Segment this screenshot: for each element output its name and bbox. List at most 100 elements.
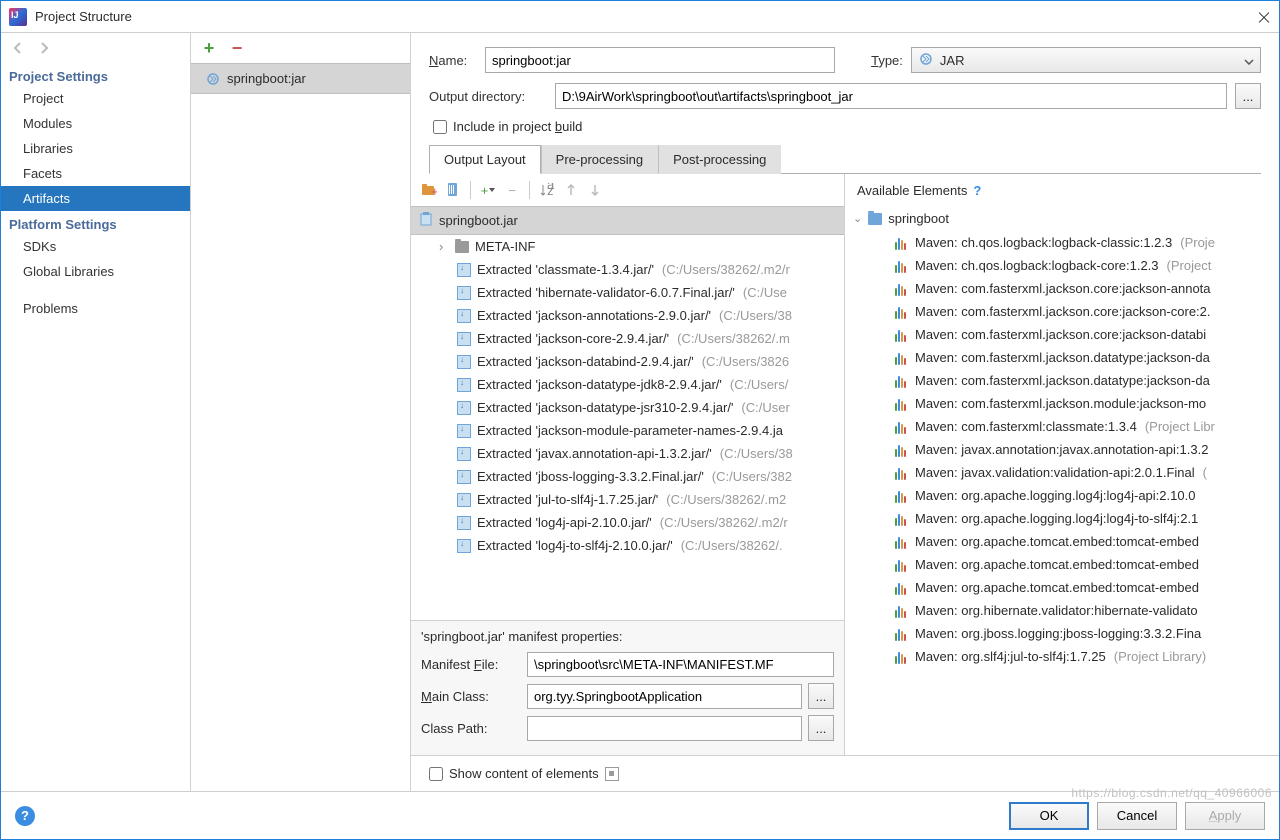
sidebar-item-sdks[interactable]: SDKs bbox=[1, 234, 190, 259]
tab-pre-processing[interactable]: Pre-processing bbox=[541, 145, 658, 174]
class-path-input[interactable] bbox=[527, 716, 802, 741]
available-item[interactable]: Maven: javax.annotation:javax.annotation… bbox=[845, 438, 1279, 461]
new-file-icon[interactable] bbox=[443, 180, 463, 200]
sidebar-nav bbox=[1, 33, 190, 63]
layout-area: + + − az springboot.jar › bbox=[411, 174, 1279, 755]
artifact-item[interactable]: springboot:jar bbox=[191, 63, 410, 94]
sidebar-item-artifacts[interactable]: Artifacts bbox=[1, 186, 190, 211]
browse-main-class-button[interactable]: ... bbox=[808, 683, 834, 709]
tab-output-layout[interactable]: Output Layout bbox=[429, 145, 541, 174]
available-item[interactable]: Maven: org.apache.tomcat.embed:tomcat-em… bbox=[845, 553, 1279, 576]
tree-item-extracted[interactable]: Extracted 'jackson-databind-2.9.4.jar/'(… bbox=[411, 350, 844, 373]
available-item[interactable]: Maven: com.fasterxml.jackson.core:jackso… bbox=[845, 300, 1279, 323]
ok-button[interactable]: OK bbox=[1009, 802, 1089, 830]
available-item[interactable]: Maven: ch.qos.logback:logback-core:1.2.3… bbox=[845, 254, 1279, 277]
forward-icon[interactable] bbox=[35, 39, 53, 57]
class-path-label: Class Path: bbox=[421, 721, 521, 736]
tree-item-extracted[interactable]: Extracted 'classmate-1.3.4.jar/'(C:/User… bbox=[411, 258, 844, 281]
sidebar-item-facets[interactable]: Facets bbox=[1, 161, 190, 186]
new-folder-icon[interactable]: + bbox=[419, 180, 439, 200]
apply-button[interactable]: Apply bbox=[1185, 802, 1265, 830]
available-item[interactable]: Maven: ch.qos.logback:logback-classic:1.… bbox=[845, 231, 1279, 254]
available-item-label: Maven: org.jboss.logging:jboss-logging:3… bbox=[915, 626, 1201, 641]
sidebar-item-project[interactable]: Project bbox=[1, 86, 190, 111]
footer-help-icon[interactable]: ? bbox=[15, 806, 35, 826]
type-value: JAR bbox=[940, 53, 965, 68]
available-item[interactable]: Maven: com.fasterxml.jackson.datatype:ja… bbox=[845, 369, 1279, 392]
sidebar-item-global-libraries[interactable]: Global Libraries bbox=[1, 259, 190, 284]
sidebar-item-modules[interactable]: Modules bbox=[1, 111, 190, 136]
main-class-input[interactable] bbox=[527, 684, 802, 709]
type-select[interactable]: JAR bbox=[911, 47, 1261, 73]
tree-item-extracted[interactable]: Extracted 'jboss-logging-3.3.2.Final.jar… bbox=[411, 465, 844, 488]
browse-output-button[interactable]: ... bbox=[1235, 83, 1261, 109]
tree-item-extracted[interactable]: Extracted 'hibernate-validator-6.0.7.Fin… bbox=[411, 281, 844, 304]
extracted-name: Extracted 'jackson-datatype-jdk8-2.9.4.j… bbox=[477, 377, 722, 392]
available-item[interactable]: Maven: org.slf4j:jul-to-slf4j:1.7.25(Pro… bbox=[845, 645, 1279, 668]
library-icon bbox=[895, 650, 909, 664]
svg-text:+: + bbox=[431, 184, 437, 197]
down-icon[interactable] bbox=[585, 180, 605, 200]
available-item[interactable]: Maven: com.fasterxml.jackson.module:jack… bbox=[845, 392, 1279, 415]
manifest-file-input[interactable] bbox=[527, 652, 834, 677]
available-item[interactable]: Maven: org.apache.logging.log4j:log4j-ap… bbox=[845, 484, 1279, 507]
include-build-label: Include in project build bbox=[453, 119, 582, 134]
tree-item-folder[interactable]: › META-INF bbox=[411, 235, 844, 258]
available-item-label: Maven: com.fasterxml.jackson.core:jackso… bbox=[915, 281, 1211, 296]
tree-item-extracted[interactable]: Extracted 'jackson-datatype-jdk8-2.9.4.j… bbox=[411, 373, 844, 396]
browse-class-path-button[interactable]: ... bbox=[808, 715, 834, 741]
available-item[interactable]: Maven: org.jboss.logging:jboss-logging:3… bbox=[845, 622, 1279, 645]
available-item[interactable]: Maven: org.apache.tomcat.embed:tomcat-em… bbox=[845, 530, 1279, 553]
tab-post-processing[interactable]: Post-processing bbox=[658, 145, 781, 174]
chevron-down-icon bbox=[1244, 53, 1254, 68]
include-build-checkbox[interactable] bbox=[433, 120, 447, 134]
tree-item-extracted[interactable]: Extracted 'jackson-annotations-2.9.0.jar… bbox=[411, 304, 844, 327]
available-root[interactable]: ⌄ springboot bbox=[845, 206, 1279, 231]
library-icon bbox=[895, 259, 909, 273]
available-item[interactable]: Maven: com.fasterxml.jackson.core:jackso… bbox=[845, 323, 1279, 346]
tree-item-extracted[interactable]: Extracted 'jackson-module-parameter-name… bbox=[411, 419, 844, 442]
output-dir-input[interactable] bbox=[555, 83, 1227, 109]
help-icon[interactable]: ? bbox=[973, 183, 981, 198]
library-icon bbox=[895, 236, 909, 250]
library-icon bbox=[895, 397, 909, 411]
tree-item-extracted[interactable]: Extracted 'jul-to-slf4j-1.7.25.jar/'(C:/… bbox=[411, 488, 844, 511]
available-item[interactable]: Maven: com.fasterxml.jackson.core:jackso… bbox=[845, 277, 1279, 300]
tree-item-extracted[interactable]: Extracted 'jackson-datatype-jsr310-2.9.4… bbox=[411, 396, 844, 419]
tree-item-extracted[interactable]: Extracted 'javax.annotation-api-1.3.2.ja… bbox=[411, 442, 844, 465]
close-icon[interactable] bbox=[1257, 10, 1271, 24]
add-button[interactable]: + bbox=[478, 180, 498, 200]
tree-item-extracted[interactable]: Extracted 'log4j-to-slf4j-2.10.0.jar/'(C… bbox=[411, 534, 844, 557]
available-item[interactable]: Maven: javax.validation:validation-api:2… bbox=[845, 461, 1279, 484]
available-item-label: Maven: org.apache.tomcat.embed:tomcat-em… bbox=[915, 557, 1199, 572]
back-icon[interactable] bbox=[9, 39, 27, 57]
layout-root[interactable]: springboot.jar bbox=[411, 206, 844, 235]
available-item[interactable]: Maven: org.hibernate.validator:hibernate… bbox=[845, 599, 1279, 622]
add-artifact-button[interactable]: + bbox=[201, 40, 217, 56]
details-panel: Name: Type: JAR Output directory: ... bbox=[411, 33, 1279, 791]
available-item[interactable]: Maven: com.fasterxml:classmate:1.3.4(Pro… bbox=[845, 415, 1279, 438]
up-icon[interactable] bbox=[561, 180, 581, 200]
content-preview-icon bbox=[605, 767, 619, 781]
available-item-suffix: ( bbox=[1203, 465, 1207, 480]
sidebar-item-problems[interactable]: Problems bbox=[1, 296, 190, 321]
sidebar-item-libraries[interactable]: Libraries bbox=[1, 136, 190, 161]
tree-item-extracted[interactable]: Extracted 'jackson-core-2.9.4.jar/'(C:/U… bbox=[411, 327, 844, 350]
remove-artifact-button[interactable]: − bbox=[229, 40, 245, 56]
available-item[interactable]: Maven: org.apache.logging.log4j:log4j-to… bbox=[845, 507, 1279, 530]
tree-item-extracted[interactable]: Extracted 'log4j-api-2.10.0.jar/'(C:/Use… bbox=[411, 511, 844, 534]
sort-icon[interactable]: az bbox=[537, 180, 557, 200]
extracted-path: (C:/Users/38262/. bbox=[681, 538, 783, 553]
available-tree[interactable]: ⌄ springboot Maven: ch.qos.logback:logba… bbox=[845, 206, 1279, 755]
extracted-name: Extracted 'jul-to-slf4j-1.7.25.jar/' bbox=[477, 492, 658, 507]
show-content-checkbox[interactable] bbox=[429, 767, 443, 781]
remove-button[interactable]: − bbox=[502, 180, 522, 200]
name-input[interactable] bbox=[485, 47, 835, 73]
available-item[interactable]: Maven: com.fasterxml.jackson.datatype:ja… bbox=[845, 346, 1279, 369]
available-item-label: Maven: com.fasterxml.jackson.module:jack… bbox=[915, 396, 1206, 411]
svg-text:z: z bbox=[547, 183, 554, 197]
folder-icon bbox=[455, 241, 469, 253]
layout-tree[interactable]: › META-INF Extracted 'classmate-1.3.4.ja… bbox=[411, 235, 844, 620]
available-item[interactable]: Maven: org.apache.tomcat.embed:tomcat-em… bbox=[845, 576, 1279, 599]
cancel-button[interactable]: Cancel bbox=[1097, 802, 1177, 830]
